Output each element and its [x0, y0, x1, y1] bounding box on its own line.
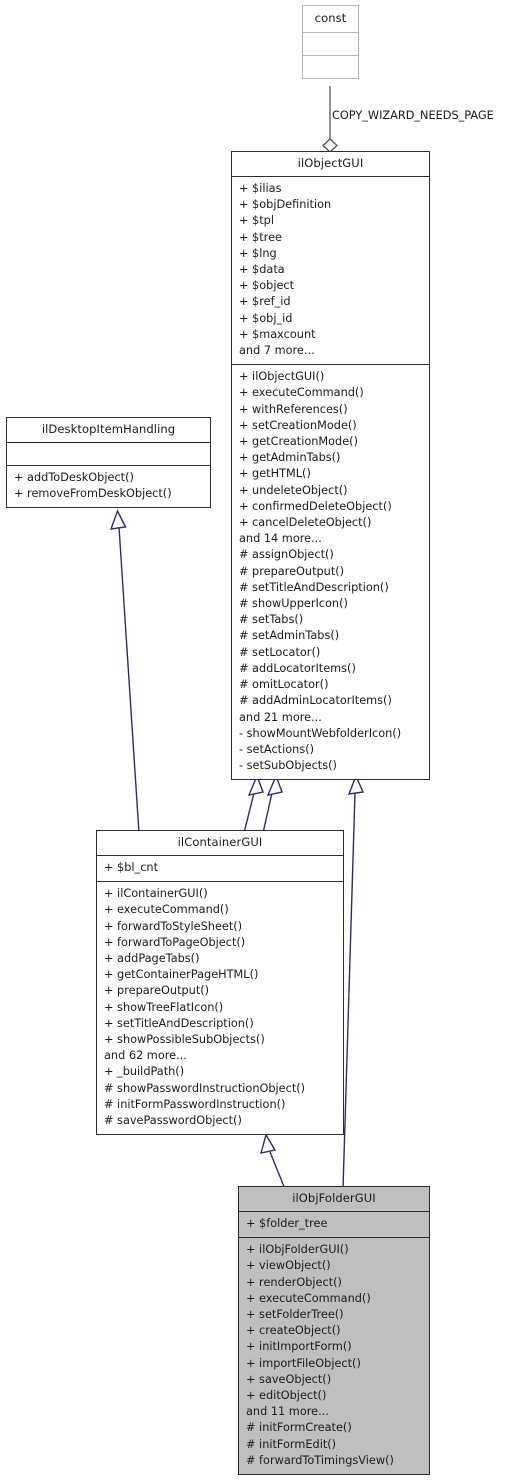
- class-attributes-ilobjfoldergui: + $folder_tree: [239, 1212, 429, 1237]
- operation-row: + undeleteObject(): [239, 483, 348, 497]
- operation-row: + cancelDeleteObject(): [239, 516, 372, 530]
- operation-row: + showPossibleSubObjects(): [104, 1033, 265, 1047]
- uml-class-diagram: COPY_WIZARD_NEEDS_PAGE const ilObjectGUI…: [0, 0, 524, 1483]
- operation-row: # savePasswordObject(): [104, 1114, 242, 1128]
- operation-row: + executeCommand(): [246, 1291, 371, 1305]
- class-box-ilcontainergui[interactable]: ilContainerGUI + $bl_cnt + ilContainerGU…: [96, 830, 344, 1136]
- operation-row: # omitLocator(): [239, 678, 329, 692]
- attribute-row: + $ref_id: [239, 295, 291, 309]
- operation-row: - showMountWebfolderIcon(): [239, 726, 402, 740]
- operation-row: + setCreationMode(): [239, 418, 357, 432]
- operation-row: - setActions(): [239, 742, 315, 756]
- attribute-row: + $object: [239, 279, 295, 293]
- edge-ilcontainergui-to-ilobjectgui-a: [243, 792, 255, 834]
- attribute-row: + $data: [239, 263, 285, 277]
- operation-row: # addLocatorItems(): [239, 661, 356, 675]
- operation-row: + getContainerPageHTML(): [104, 968, 259, 982]
- copy-wizard-needs-page-label: COPY_WIZARD_NEEDS_PAGE: [332, 109, 494, 122]
- class-operations-ilobjectgui: + ilObjectGUI() + executeCommand() + wit…: [232, 365, 429, 779]
- operation-row: # setAdminTabs(): [239, 629, 340, 643]
- attribute-row: + $lng: [239, 246, 277, 260]
- operation-row: - setSubObjects(): [239, 759, 337, 773]
- class-name-const: const: [314, 11, 347, 25]
- attribute-more-row: and 7 more...: [239, 344, 315, 358]
- edge-ilobjfoldergui-to-ilcontainergui: [269, 1151, 286, 1190]
- edge-ilcontainergui-to-ildesktopitemhandling: [118, 526, 140, 834]
- operation-row: + addToDeskObject(): [14, 471, 134, 484]
- operation-row: + forwardToPageObject(): [104, 935, 246, 949]
- class-name-ilcontainergui: ilContainerGUI: [177, 835, 263, 849]
- operation-row: + viewObject(): [246, 1259, 331, 1273]
- class-box-ilobjfoldergui[interactable]: ilObjFolderGUI + $folder_tree + ilObjFol…: [238, 1186, 430, 1476]
- class-operations-ildesktopitemhandling: + addToDeskObject() + removeFromDeskObje…: [7, 466, 210, 507]
- operation-row: + addPageTabs(): [104, 952, 200, 966]
- operation-row: # assignObject(): [239, 548, 334, 562]
- operation-more-row: and 11 more...: [246, 1405, 329, 1419]
- operation-row: + setTitleAndDescription(): [104, 1016, 254, 1030]
- class-operations-ilcontainergui: + ilContainerGUI() + executeCommand() + …: [97, 882, 343, 1134]
- operation-row: + showTreeFlatIcon(): [104, 1000, 224, 1014]
- operation-row: + _buildPath(): [104, 1065, 185, 1079]
- operation-more-row: and 14 more...: [239, 532, 322, 546]
- operation-row: + editObject(): [246, 1389, 327, 1403]
- attribute-row: + $tree: [239, 230, 282, 244]
- operation-row: + getAdminTabs(): [239, 451, 341, 465]
- class-box-ilobjectgui[interactable]: ilObjectGUI + $ilias + $objDefinition + …: [231, 151, 430, 781]
- operation-row: + executeCommand(): [104, 903, 229, 917]
- class-attributes-const: [303, 33, 358, 55]
- operation-more-row: and 21 more...: [239, 710, 322, 724]
- operation-row: # addAdminLocatorItems(): [239, 694, 392, 708]
- inheritance-arrow-icon-desktopitemhandling: [109, 509, 127, 530]
- attribute-row: + $ilias: [239, 182, 282, 195]
- operation-row: # setTitleAndDescription(): [239, 580, 389, 594]
- operation-row: + initImportForm(): [246, 1340, 352, 1354]
- operation-row: # initFormCreate(): [246, 1421, 352, 1435]
- attribute-row: + $bl_cnt: [104, 861, 159, 874]
- operation-row: + setFolderTree(): [246, 1308, 344, 1322]
- class-operations-ilobjfoldergui: + ilObjFolderGUI() + viewObject() + rend…: [239, 1238, 429, 1474]
- class-box-ildesktopitemhandling[interactable]: ilDesktopItemHandling + addToDeskObject(…: [6, 417, 211, 509]
- operation-row: + ilObjectGUI(): [239, 370, 325, 384]
- class-attributes-ilobjectgui: + $ilias + $objDefinition + $tpl + $tree…: [232, 177, 429, 364]
- inheritance-arrow-icon-containergui: [260, 1133, 277, 1154]
- class-name-ildesktopitemhandling: ilDesktopItemHandling: [41, 422, 176, 436]
- operation-row: # setLocator(): [239, 645, 321, 659]
- operation-row: + forwardToStyleSheet(): [104, 919, 243, 933]
- operation-row: + renderObject(): [246, 1275, 342, 1289]
- operation-row: # prepareOutput(): [239, 564, 345, 578]
- attribute-row: + $objDefinition: [239, 198, 332, 212]
- operation-row: # showUpperIcon(): [239, 597, 348, 611]
- class-name-ilobjfoldergui: ilObjFolderGUI: [292, 1191, 376, 1205]
- edge-ilcontainergui-to-ilobjectgui-b: [262, 792, 273, 834]
- operation-row: + removeFromDeskObject(): [14, 487, 172, 501]
- operation-row: + ilObjFolderGUI(): [246, 1243, 349, 1257]
- operation-row: + executeCommand(): [239, 386, 364, 400]
- class-box-const[interactable]: const: [302, 5, 359, 79]
- operation-row: # initFormEdit(): [246, 1437, 337, 1451]
- operation-row: + saveObject(): [246, 1372, 332, 1386]
- operation-row: + withReferences(): [239, 402, 348, 416]
- operation-row: + ilContainerGUI(): [104, 887, 208, 901]
- operation-more-row: and 62 more...: [104, 1049, 187, 1063]
- edge-ilobjfoldergui-to-ilobjectgui: [342, 792, 356, 1190]
- attribute-row: + $tpl: [239, 214, 274, 228]
- operation-row: + createObject(): [246, 1324, 341, 1338]
- operation-row: # setTabs(): [239, 613, 304, 627]
- class-attributes-ilcontainergui: + $bl_cnt: [97, 856, 343, 881]
- operation-row: + prepareOutput(): [104, 984, 210, 998]
- operation-row: + getHTML(): [239, 467, 311, 481]
- class-attributes-ildesktopitemhandling: [7, 443, 210, 465]
- operation-row: + importFileObject(): [246, 1356, 361, 1370]
- class-name-ilobjectgui: ilObjectGUI: [297, 156, 364, 170]
- operation-row: # forwardToTimingsView(): [246, 1453, 394, 1467]
- attribute-row: + $folder_tree: [246, 1217, 328, 1230]
- operation-row: # initFormPasswordInstruction(): [104, 1097, 286, 1111]
- operation-row: + getCreationMode(): [239, 435, 358, 449]
- operation-row: + confirmedDeleteObject(): [239, 499, 392, 513]
- attribute-row: + $obj_id: [239, 311, 293, 325]
- attribute-row: + $maxcount: [239, 327, 316, 341]
- class-operations-const: [303, 56, 358, 78]
- operation-row: # showPasswordInstructionObject(): [104, 1081, 306, 1095]
